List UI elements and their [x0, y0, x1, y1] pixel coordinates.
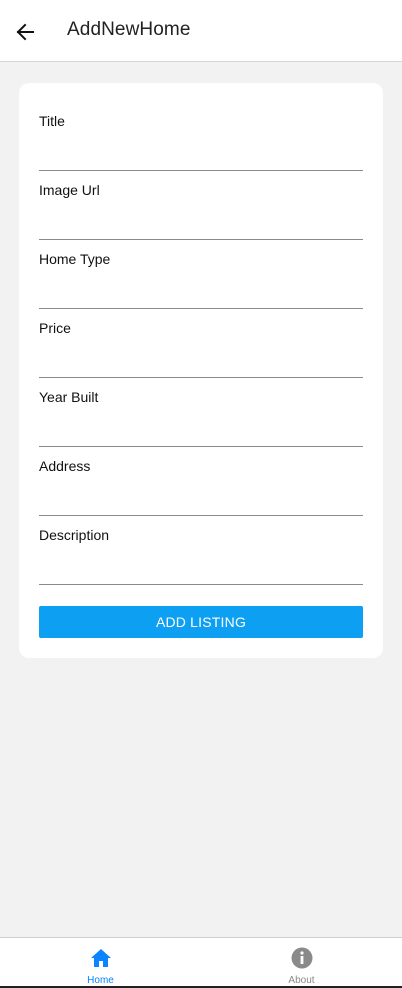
- arrow-left-icon: [16, 23, 34, 41]
- nav-item-about[interactable]: About: [201, 938, 402, 987]
- home-icon: [90, 947, 112, 969]
- image-url-label: Image Url: [39, 182, 100, 198]
- app-bar: AddNewHome: [0, 0, 402, 62]
- add-home-form: Title Image Url Home Type Price Year Bui…: [19, 83, 383, 658]
- title-label: Title: [39, 113, 65, 129]
- description-label: Description: [39, 527, 110, 543]
- title-field: Title: [39, 83, 363, 171]
- add-listing-button[interactable]: ADD LISTING: [39, 606, 363, 638]
- nav-label-about: About: [288, 975, 315, 986]
- description-field: Description: [39, 497, 363, 585]
- page-title: AddNewHome: [67, 19, 191, 40]
- nav-label-home: Home: [87, 975, 114, 986]
- home-type-label: Home Type: [39, 251, 111, 267]
- price-field: Price: [39, 290, 363, 378]
- image-url-field: Image Url: [39, 152, 363, 240]
- address-field: Address: [39, 428, 363, 516]
- year-built-field: Year Built: [39, 359, 363, 447]
- year-built-label: Year Built: [39, 389, 99, 405]
- back-button[interactable]: [12, 19, 38, 45]
- price-label: Price: [39, 320, 71, 336]
- nav-item-home[interactable]: Home: [0, 938, 201, 987]
- address-label: Address: [39, 458, 91, 474]
- home-type-field: Home Type: [39, 221, 363, 309]
- bottom-navigation: Home About: [0, 937, 402, 987]
- info-icon: [291, 947, 313, 969]
- description-input[interactable]: [39, 547, 363, 585]
